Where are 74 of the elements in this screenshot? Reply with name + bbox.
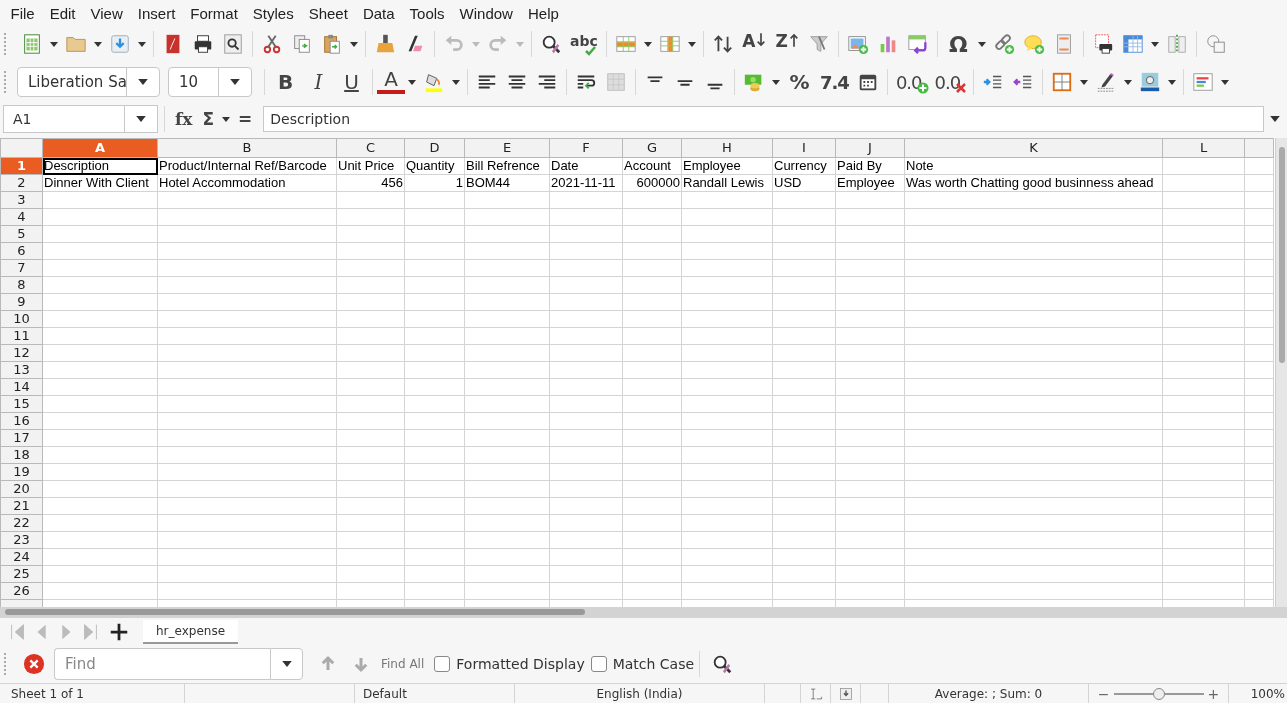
table-cell: Description [42, 157, 158, 175]
table-cell: Date [549, 157, 623, 175]
checkbox-label[interactable]: Match Case [612, 656, 695, 672]
column-header[interactable]: L [1162, 138, 1245, 158]
font-color-button[interactable]: A [377, 70, 405, 94]
selection-summary: Average: ; Sum: 0 [889, 684, 1089, 703]
language-status: English (India) [515, 684, 765, 703]
table-cell: Account [622, 157, 682, 175]
table-cell: USD [772, 174, 836, 192]
column-header[interactable]: B [157, 138, 337, 158]
name-box[interactable]: A1 [3, 105, 158, 133]
table-cell: Currency [772, 157, 836, 175]
spelling-button[interactable]: abc [566, 30, 602, 58]
zoom-in-button[interactable]: + [1207, 685, 1220, 702]
find-field[interactable]: Find [54, 648, 270, 680]
menu-item[interactable]: File [3, 4, 43, 22]
menu-item[interactable]: Edit [42, 4, 84, 22]
menu-item[interactable]: Data [355, 4, 403, 22]
table-cell: Employee [835, 174, 905, 192]
table-cell: Employee [681, 157, 773, 175]
column-header[interactable]: H [681, 138, 773, 158]
sort-ascending-button[interactable]: A [737, 30, 771, 58]
column-header[interactable]: J [835, 138, 905, 158]
percent-format-button[interactable]: % [783, 68, 816, 96]
table-cell: Product/Internal Ref/Barcode [157, 157, 337, 175]
column-header[interactable]: F [549, 138, 623, 158]
function-wizard-button[interactable]: fx [170, 109, 198, 129]
italic-button[interactable]: I [302, 68, 335, 96]
column-header[interactable]: E [464, 138, 550, 158]
table-cell: BOM44 [464, 174, 550, 192]
menu-item[interactable]: View [83, 4, 131, 22]
column-header[interactable]: D [404, 138, 465, 158]
menu-item[interactable]: Insert [130, 4, 183, 22]
page-style: Default [355, 684, 515, 703]
special-character-button[interactable]: Ω [941, 30, 975, 58]
table-cell: Paid By [835, 157, 905, 175]
find-all-button[interactable]: Find All [377, 657, 429, 671]
table-cell: Bill Refrence [464, 157, 550, 175]
menu-item[interactable]: Window [452, 4, 521, 22]
formula-button[interactable]: = [233, 109, 258, 129]
table-cell: 600000 [622, 174, 682, 192]
table-cell: Randall Lewis [681, 174, 773, 192]
table-cell: Quantity [404, 157, 465, 175]
table-cell: Hotel Accommodation [157, 174, 337, 192]
font-size-field[interactable]: 10 [168, 67, 252, 97]
column-header[interactable]: C [336, 138, 405, 158]
column-header[interactable]: G [622, 138, 682, 158]
table-cell: 2021-11-11 [549, 174, 623, 192]
table-cell: Was worth Chatting good businness ahead [904, 174, 1163, 192]
menu-item[interactable]: Sheet [301, 4, 356, 22]
table-cell: Unit Price [336, 157, 405, 175]
checkbox-label[interactable]: Formatted Display [456, 656, 585, 672]
table-cell: Dinner With Client [42, 174, 158, 192]
zoom-percent: 100% [1249, 685, 1286, 703]
table-cell: 1 [404, 174, 465, 192]
menu-item[interactable]: Format [182, 4, 246, 22]
formula-input[interactable]: Description [263, 106, 1264, 132]
number-format-button[interactable]: 7.4 [816, 68, 853, 96]
menu-item[interactable]: Styles [245, 4, 302, 22]
sheet-count: Sheet 1 of 1 [0, 684, 185, 703]
menu-item[interactable]: Help [520, 4, 567, 22]
zoom-out-button[interactable]: − [1097, 685, 1110, 702]
table-cell: Note [904, 157, 1163, 175]
underline-button[interactable]: U [335, 68, 368, 96]
sum-button[interactable]: Σ [197, 109, 220, 129]
font-name-field[interactable]: Liberation Sa [17, 67, 160, 97]
sort-descending-button[interactable]: Z [770, 30, 804, 58]
table-cell: 456 [336, 174, 405, 192]
column-header[interactable]: I [772, 138, 836, 158]
bold-button[interactable]: B [269, 68, 302, 96]
menu-item[interactable]: Tools [402, 4, 453, 22]
delete-decimal-button[interactable]: 0.0 [930, 68, 970, 96]
sheet-tab[interactable]: hr_expense [143, 619, 239, 644]
column-header[interactable]: K [904, 138, 1163, 158]
